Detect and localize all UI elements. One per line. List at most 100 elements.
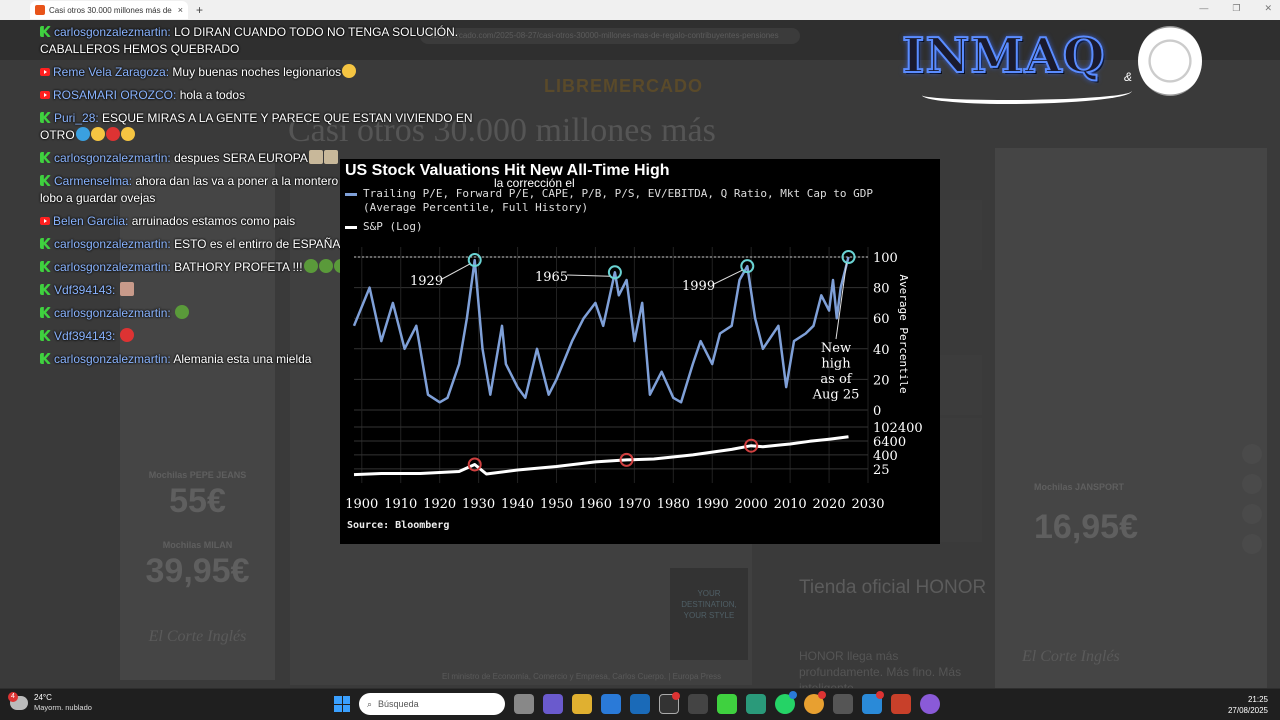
x-tick-label: 1980 xyxy=(657,497,690,512)
taskbar-apps: ⌕ Búsqueda xyxy=(334,691,940,715)
chrome-icon[interactable] xyxy=(804,691,826,714)
chat-username[interactable]: Reme Vela Zaragoza: xyxy=(53,65,169,79)
chat-username[interactable]: Puri_28: xyxy=(54,111,99,125)
maximize-button[interactable]: ❐ xyxy=(1232,3,1240,14)
telegram-icon[interactable] xyxy=(862,691,884,714)
chart-panel: 1929 1965 1999 New high as of Aug 25 0 20 40 60 80 1… xyxy=(340,159,940,544)
annotation-leader-line xyxy=(566,274,610,277)
browser-tab[interactable]: Casi otros 30.000 millones más de × xyxy=(30,1,188,19)
emoji-icon xyxy=(323,150,338,164)
close-window-button[interactable]: ✕ xyxy=(1264,3,1272,14)
annotation-leader-line xyxy=(441,263,470,280)
kick-logo-icon xyxy=(40,112,51,123)
chat-username[interactable]: carlosgonzalezmartin: xyxy=(54,260,171,274)
chat-username[interactable]: carlosgonzalezmartin: xyxy=(54,352,171,366)
chat-username[interactable]: Belen Garciia: xyxy=(53,214,128,228)
chat-username[interactable]: carlosgonzalezmartin: xyxy=(54,237,171,251)
new-high-annotation: high xyxy=(821,357,851,372)
legend-valuation-label: Trailing P/E, Forward P/E, CAPE, P/B, P/… xyxy=(363,187,873,215)
minimize-button[interactable]: — xyxy=(1199,3,1208,14)
ad-label: Mochilas PEPE JEANS xyxy=(148,470,247,480)
legend-line: Trailing P/E, Forward P/E, CAPE, P/B, P/… xyxy=(363,187,873,200)
site-logo[interactable]: LIBREMERCADO xyxy=(544,76,703,97)
app-icon[interactable] xyxy=(920,694,940,714)
logo-seal-icon xyxy=(1138,26,1202,96)
kick-logo-icon xyxy=(40,175,51,186)
chart-source: Source: Bloomberg xyxy=(347,520,450,531)
legend-line: (Average Percentile, Full History) xyxy=(363,201,589,214)
windows-start-icon[interactable] xyxy=(334,696,350,712)
chat-username[interactable]: carlosgonzalezmartin: xyxy=(54,151,171,165)
y-tick-label: 60 xyxy=(873,312,890,327)
y-tick-label: 20 xyxy=(873,373,890,388)
legend-sp-label: S&P (Log) xyxy=(363,220,423,233)
legend-valuation: Trailing P/E, Forward P/E, CAPE, P/B, P/… xyxy=(345,187,873,215)
tab-close-icon[interactable]: × xyxy=(178,5,183,15)
chat-text: ESTO es el entirro de ESPAÑA xyxy=(174,237,341,251)
clock-date: 27/08/2025 xyxy=(1227,706,1268,715)
x-tick-label: 1940 xyxy=(501,497,534,512)
image-caption: El ministro de Economía, Comercio y Empr… xyxy=(442,672,722,681)
emoji-icon xyxy=(119,282,134,296)
taskbar-search[interactable]: ⌕ Búsqueda xyxy=(359,693,505,715)
window-controls: — ❐ ✕ xyxy=(1199,3,1272,14)
app-icon[interactable] xyxy=(833,694,853,714)
new-tab-button[interactable]: + xyxy=(196,3,203,17)
outlook-icon[interactable] xyxy=(630,694,650,714)
emoji-icon xyxy=(303,259,318,273)
task-view-icon[interactable] xyxy=(514,694,534,714)
floating-action-button[interactable] xyxy=(1242,474,1262,494)
chat-username[interactable]: carlosgonzalezmartin: xyxy=(54,306,171,320)
y-tick-label: 6400 xyxy=(873,435,906,450)
inmaq-logo: INMAQ & xyxy=(901,26,1202,106)
floating-action-button[interactable] xyxy=(1242,504,1262,524)
y-tick-label: 80 xyxy=(873,282,890,297)
right-advertisement[interactable] xyxy=(995,148,1267,703)
ad-brand: El Corte Inglés xyxy=(148,628,247,645)
x-tick-label: 1910 xyxy=(384,497,417,512)
new-high-annotation: Aug 25 xyxy=(812,388,860,403)
app-icon[interactable] xyxy=(688,694,708,714)
kick-logo-icon xyxy=(40,284,51,295)
ad-price: 39,95€ xyxy=(145,552,250,590)
honor-store-title[interactable]: Tienda oficial HONOR xyxy=(799,575,986,601)
x-tick-label: 1930 xyxy=(462,497,495,512)
x-tick-label: 1970 xyxy=(618,497,651,512)
search-placeholder: Búsqueda xyxy=(378,699,419,709)
tab-title: Casi otros 30.000 millones más de xyxy=(49,5,172,15)
chat-username[interactable]: ROSAMARI OROZCO: xyxy=(53,88,176,102)
accessibility-icon[interactable] xyxy=(1242,534,1262,554)
store-icon[interactable] xyxy=(601,694,621,714)
emoji-icon xyxy=(308,150,323,164)
x-tick-label: 1950 xyxy=(540,497,573,512)
chat-username[interactable]: Vdf394143: xyxy=(54,329,115,343)
chart-legend: Trailing P/E, Forward P/E, CAPE, P/B, P/… xyxy=(345,187,873,234)
youtube-logo-icon xyxy=(40,68,50,76)
legend-swatch xyxy=(345,226,357,229)
peak-annotation: 1965 xyxy=(535,270,568,285)
floating-action-button[interactable] xyxy=(1242,444,1262,464)
new-high-annotation: as of xyxy=(820,372,852,387)
edge-icon[interactable] xyxy=(746,694,766,714)
chat-username[interactable]: Vdf394143: xyxy=(54,283,115,297)
youtube-logo-icon xyxy=(40,217,50,225)
small-ad[interactable]: YOUR DESTINATION, YOUR STYLE xyxy=(670,568,748,660)
kick-icon[interactable] xyxy=(717,694,737,714)
emoji-icon xyxy=(175,305,190,319)
weather-temp: 24°C xyxy=(34,693,52,702)
youtube-logo-icon xyxy=(40,91,50,99)
y-axis-title: Average Percentile xyxy=(897,274,910,393)
file-explorer-icon[interactable] xyxy=(572,694,592,714)
annotation-leader-line xyxy=(835,262,848,340)
search-icon: ⌕ xyxy=(367,698,373,709)
taskbar-clock[interactable]: 21:25 27/08/2025 xyxy=(1228,694,1268,716)
teams-icon[interactable] xyxy=(543,694,563,714)
browser-tabbar: Casi otros 30.000 millones más de × + — … xyxy=(0,0,1280,20)
chat-username[interactable]: carlosgonzalezmartin: xyxy=(54,25,171,39)
powerpoint-icon[interactable] xyxy=(891,694,911,714)
chat-username[interactable]: Carmenselma: xyxy=(54,174,132,188)
weather-widget[interactable]: 4 24°C Mayorm. nublado xyxy=(8,691,92,712)
whatsapp-icon[interactable] xyxy=(775,691,797,714)
app-icon[interactable] xyxy=(659,692,680,714)
kick-logo-icon xyxy=(40,307,51,318)
